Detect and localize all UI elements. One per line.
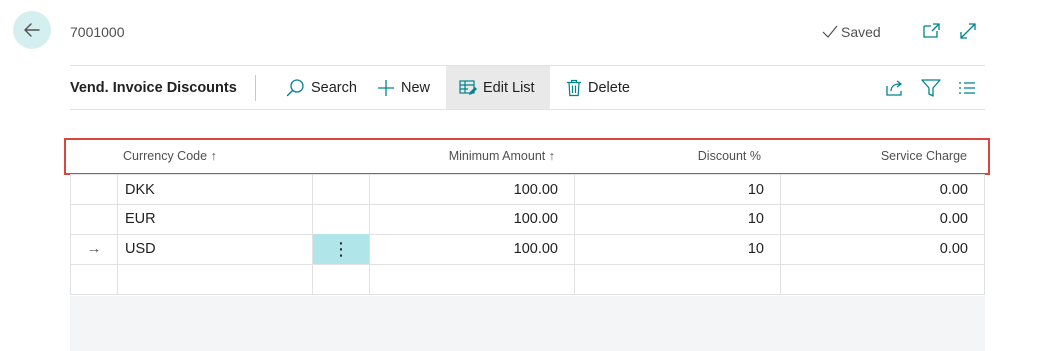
- cell-service-charge[interactable]: [780, 264, 985, 295]
- cell-currency-code[interactable]: [117, 264, 312, 295]
- share-button[interactable]: [884, 77, 906, 99]
- column-header-service-charge[interactable]: Service Charge: [881, 149, 967, 163]
- share-icon: [886, 80, 903, 96]
- plus-icon: [378, 79, 394, 96]
- saved-status: Saved: [822, 24, 881, 40]
- action-bar: Vend. Invoice Discounts Search New Edit …: [70, 65, 985, 110]
- expand-icon: [960, 23, 976, 39]
- arrow-left-icon: [24, 23, 40, 37]
- cell-service-charge[interactable]: 0.00: [780, 174, 985, 205]
- delete-label: Delete: [588, 79, 630, 96]
- cell-discount-pct[interactable]: 10: [574, 174, 780, 205]
- table-row-new[interactable]: [70, 264, 985, 295]
- trash-icon: [567, 79, 581, 96]
- column-header-discount-pct[interactable]: Discount %: [698, 149, 761, 163]
- row-actions-menu-icon[interactable]: ⋮: [312, 234, 369, 265]
- open-new-window-button[interactable]: [920, 20, 942, 42]
- filter-button[interactable]: [920, 77, 942, 99]
- cell-minimum-amount[interactable]: [369, 264, 574, 295]
- cell-row-actions[interactable]: [312, 204, 369, 235]
- new-button[interactable]: New: [369, 66, 438, 109]
- cell-discount-pct[interactable]: [574, 264, 780, 295]
- sort-ascending-icon: ↑: [548, 149, 555, 163]
- delete-button[interactable]: Delete: [558, 66, 638, 109]
- cell-discount-pct[interactable]: 10: [574, 204, 780, 235]
- cell-row-actions[interactable]: [312, 264, 369, 295]
- page-title: Vend. Invoice Discounts: [70, 80, 237, 96]
- grid-empty-area: [70, 296, 985, 351]
- saved-label: Saved: [841, 24, 881, 40]
- open-in-new-window-icon: [923, 23, 940, 38]
- current-row-arrow-icon: →: [70, 234, 117, 265]
- cell-service-charge[interactable]: 0.00: [780, 204, 985, 235]
- checkmark-icon: [822, 25, 838, 38]
- cell-discount-pct[interactable]: 10: [574, 234, 780, 265]
- record-id: 7001000: [70, 24, 125, 40]
- column-header-currency-code[interactable]: Currency Code ↑: [123, 149, 217, 163]
- back-button[interactable]: [13, 11, 51, 49]
- column-header-minimum-amount[interactable]: Minimum Amount ↑: [449, 149, 555, 163]
- cell-row-actions[interactable]: [312, 174, 369, 205]
- search-button[interactable]: Search: [278, 66, 365, 109]
- edit-list-icon: [459, 79, 477, 95]
- table-row[interactable]: DKK 100.00 10 0.00: [70, 174, 985, 205]
- cell-minimum-amount[interactable]: 100.00: [369, 204, 574, 235]
- edit-list-button[interactable]: Edit List: [446, 66, 550, 109]
- cell-minimum-amount[interactable]: 100.00: [369, 174, 574, 205]
- toolbar-divider: [255, 75, 256, 101]
- list-view-button[interactable]: [956, 77, 978, 99]
- cell-service-charge[interactable]: 0.00: [780, 234, 985, 265]
- row-indicator: [70, 264, 117, 295]
- row-indicator: [70, 204, 117, 235]
- list-icon: [959, 82, 975, 94]
- cell-minimum-amount[interactable]: 100.00: [369, 234, 574, 265]
- sort-ascending-icon: ↑: [210, 149, 217, 163]
- cell-currency-code[interactable]: EUR: [117, 204, 312, 235]
- table-row-selected[interactable]: → USD ⋮ 100.00 10 0.00: [70, 234, 985, 265]
- filter-icon: [921, 79, 941, 97]
- cell-currency-code[interactable]: DKK: [117, 174, 312, 205]
- cell-currency-code[interactable]: USD: [117, 234, 312, 265]
- search-label: Search: [311, 79, 357, 96]
- table-row[interactable]: EUR 100.00 10 0.00: [70, 204, 985, 235]
- search-icon: [286, 79, 304, 97]
- expand-button[interactable]: [957, 20, 979, 42]
- edit-list-label: Edit List: [483, 79, 535, 96]
- new-label: New: [401, 79, 431, 96]
- data-grid: DKK 100.00 10 0.00 EUR 100.00 10 0.00 → …: [70, 174, 985, 296]
- row-indicator: [70, 174, 117, 205]
